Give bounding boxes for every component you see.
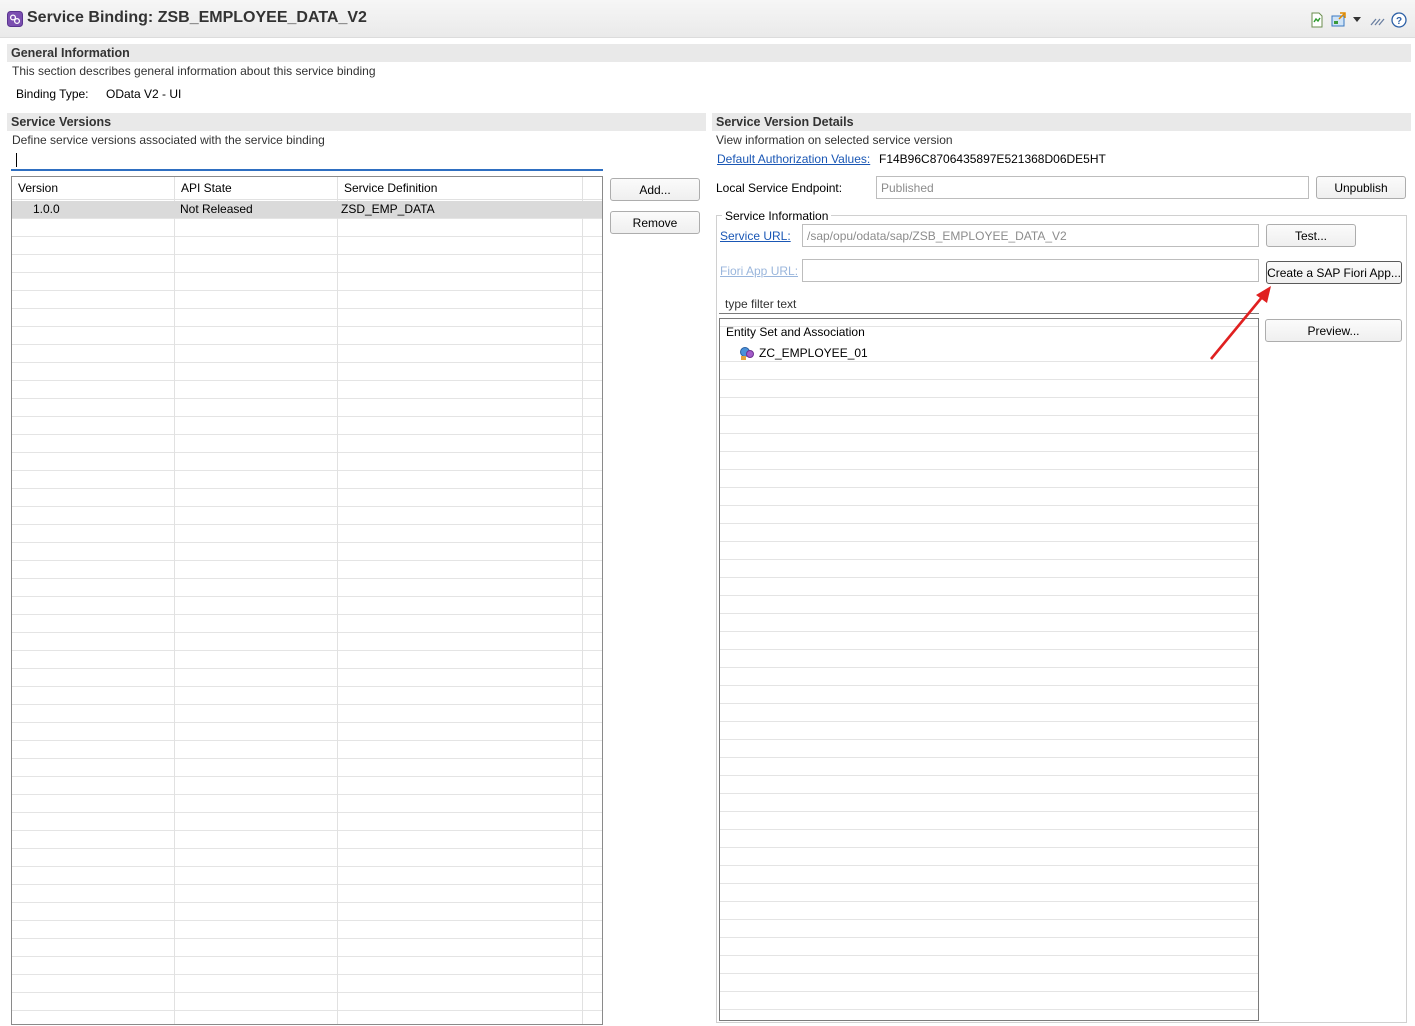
binding-type-label: Binding Type: (16, 87, 89, 101)
tree-header: Entity Set and Association (726, 325, 865, 339)
editor-title: Service Binding: ZSB_EMPLOYEE_DATA_V2 (27, 9, 367, 26)
fiori-app-url-field[interactable] (802, 259, 1259, 282)
service-version-details-description: View information on selected service ver… (716, 133, 953, 147)
dropdown-arrow-icon[interactable] (1352, 16, 1362, 24)
local-service-endpoint-label: Local Service Endpoint: (716, 181, 843, 195)
create-sap-fiori-app-button[interactable]: Create a SAP Fiori App... (1266, 261, 1402, 284)
cell-service-definition: ZSD_EMP_DATA (341, 202, 435, 216)
add-button[interactable]: Add... (610, 178, 700, 201)
text-caret (16, 153, 17, 167)
service-binding-icon (7, 11, 23, 27)
svg-text:?: ? (1396, 16, 1402, 27)
column-divider (174, 177, 175, 1024)
fiori-app-url-link: Fiori App URL: (720, 264, 799, 278)
entity-set-tree[interactable] (719, 318, 1259, 1021)
service-versions-description: Define service versions associated with … (12, 133, 325, 147)
green-page-icon[interactable] (1309, 12, 1325, 28)
tree-item-entity[interactable]: ZC_EMPLOYEE_01 (759, 346, 868, 360)
cell-version: 1.0.0 (33, 202, 60, 216)
service-version-details-heading: Service Version Details (712, 113, 1411, 131)
versions-search-input[interactable] (11, 149, 603, 171)
service-url-field[interactable]: /sap/opu/odata/sap/ZSB_EMPLOYEE_DATA_V2 (802, 224, 1259, 247)
service-versions-heading: Service Versions (7, 113, 706, 131)
cell-api-state: Not Released (180, 202, 253, 216)
general-description: This section describes general informati… (12, 64, 376, 78)
default-authorization-values-link[interactable]: Default Authorization Values: (717, 152, 870, 166)
column-header-version[interactable]: Version (18, 181, 58, 195)
preview-button[interactable]: Preview... (1265, 319, 1402, 342)
general-information-heading: General Information (7, 44, 1411, 62)
local-service-endpoint-field: Published (876, 176, 1309, 199)
unpublish-button[interactable]: Unpublish (1316, 176, 1406, 199)
service-versions-table[interactable] (11, 176, 603, 1025)
table-header-row (12, 177, 602, 200)
column-header-service-definition[interactable]: Service Definition (344, 181, 437, 195)
wand-icon[interactable] (1369, 12, 1385, 28)
filter-placeholder: type filter text (725, 297, 797, 311)
column-divider (337, 177, 338, 1024)
help-icon[interactable]: ? (1391, 12, 1407, 28)
table-row[interactable] (12, 201, 602, 218)
column-header-api-state[interactable]: API State (181, 181, 232, 195)
publish-icon[interactable] (1331, 12, 1347, 28)
entity-set-icon (739, 345, 755, 361)
binding-type-value: OData V2 - UI (106, 87, 182, 101)
filter-input[interactable] (719, 293, 1259, 314)
test-button[interactable]: Test... (1266, 224, 1356, 247)
authorization-value: F14B96C8706435897E521368D06DE5HT (879, 152, 1106, 166)
service-information-title: Service Information (722, 209, 832, 223)
annotation-arrow-icon (1205, 283, 1277, 363)
column-divider (582, 177, 583, 1024)
service-url-link[interactable]: Service URL: (720, 229, 791, 243)
remove-button[interactable]: Remove (610, 211, 700, 234)
